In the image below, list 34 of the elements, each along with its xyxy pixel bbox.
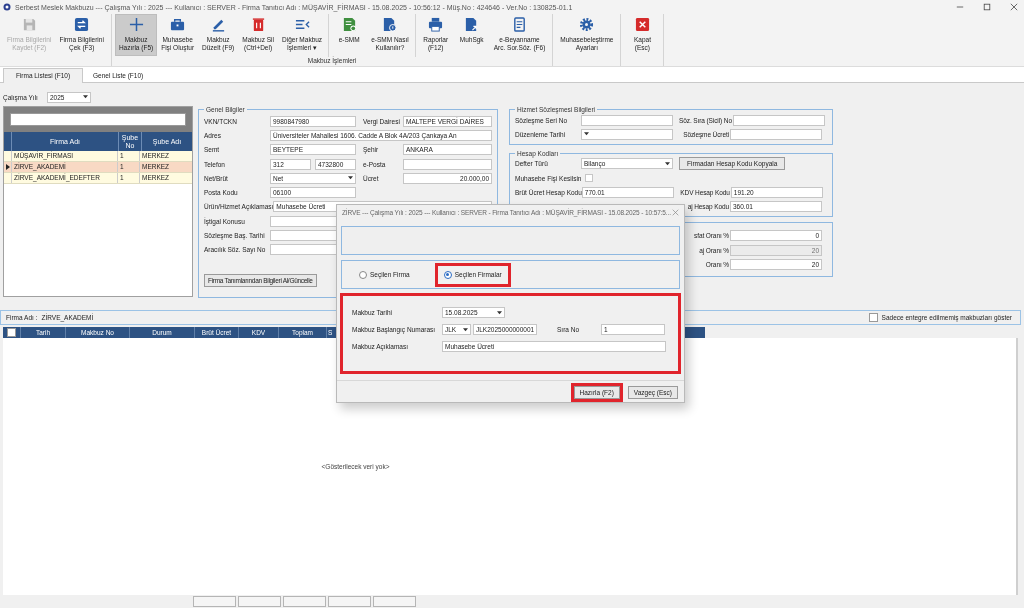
save-icon [21,17,37,32]
caret-icon [584,132,589,137]
printer-icon [428,17,444,32]
settings-icon [579,17,595,32]
caret-icon [665,161,670,166]
list-icon [294,17,310,32]
document-icon [341,17,357,32]
checkbox[interactable] [7,328,16,337]
document-icon [464,17,480,32]
trash-icon [250,17,266,32]
document-icon [512,17,527,32]
app-icon [3,3,11,11]
document-icon [382,17,398,32]
text-field[interactable] [581,114,673,126]
checkbox[interactable] [868,313,878,322]
minimize-icon [956,3,964,11]
text-field[interactable] [732,114,825,126]
search-field[interactable] [10,113,186,126]
close-icon [634,17,650,32]
caret-icon [463,327,468,332]
maximize-icon [983,3,991,11]
dropdown[interactable] [581,128,673,140]
refresh-icon [74,17,90,32]
checkbox[interactable] [585,174,594,183]
close-icon [672,209,679,216]
caret-icon [497,310,502,315]
plus-icon [128,17,144,32]
pen-icon [210,17,226,32]
caret-icon [83,95,88,99]
text-field[interactable] [403,158,492,170]
text-field[interactable] [730,128,822,140]
close-icon [1010,3,1018,11]
briefcase-icon [170,17,186,32]
caret-icon [348,176,353,181]
